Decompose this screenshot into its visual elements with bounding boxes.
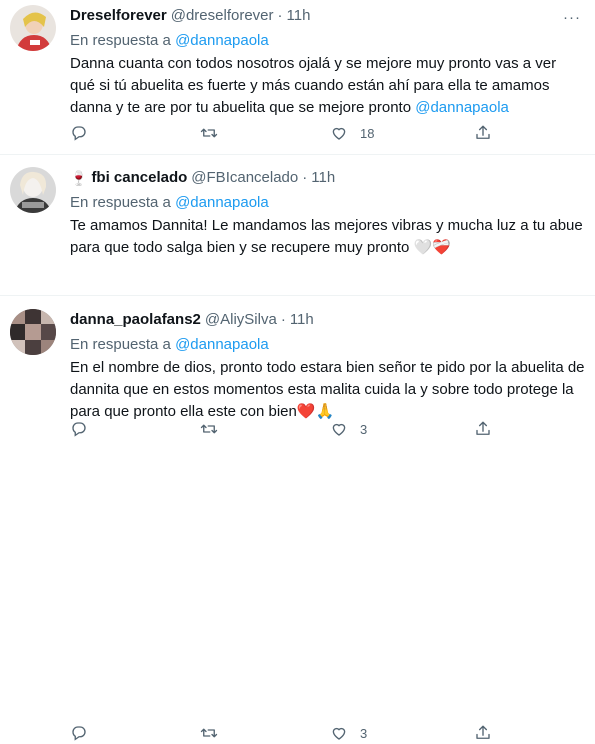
reply-mention-link[interactable]: @dannapaola xyxy=(175,336,269,353)
reply-mention-link[interactable]: @dannapaola xyxy=(175,32,269,49)
user-handle[interactable]: @AliySilva xyxy=(205,309,277,331)
tweet-mention-link[interactable]: @dannapaola xyxy=(415,99,509,116)
avatar[interactable] xyxy=(10,309,56,355)
reply-prefix: En respuesta a xyxy=(70,336,171,353)
reply-prefix: En respuesta a xyxy=(70,194,171,211)
reply-icon xyxy=(72,726,86,741)
reply-context: En respuesta a @dannapaola xyxy=(70,192,585,214)
display-name[interactable]: danna_paolafans2 xyxy=(70,309,201,331)
heart-pray-emoji-icon: ❤️🙏 xyxy=(296,403,335,420)
tweet-text: Te amamos Dannita! Le mandamos las mejor… xyxy=(70,215,585,259)
share-icon xyxy=(476,125,490,139)
user-handle[interactable]: @FBIcancelado xyxy=(191,167,298,189)
retweet-icon xyxy=(200,128,218,138)
reply-context: En respuesta a @dannapaola xyxy=(70,30,585,52)
user-handle[interactable]: @dreselforever xyxy=(171,5,274,27)
retweet-button[interactable] xyxy=(200,724,218,742)
like-icon xyxy=(332,727,346,740)
separator-dot: · xyxy=(280,311,286,328)
timestamp[interactable]: 11h xyxy=(287,5,311,27)
reply-button[interactable] xyxy=(70,724,88,742)
timestamp[interactable]: 11h xyxy=(290,309,314,331)
timestamp[interactable]: 11h xyxy=(311,167,335,189)
wine-glass-icon: 🍷 xyxy=(70,170,88,186)
reply-context: En respuesta a @dannapaola xyxy=(70,334,585,356)
like-button[interactable]: 18 xyxy=(330,124,374,142)
avatar[interactable] xyxy=(10,5,56,51)
display-name[interactable]: Dreselforever xyxy=(70,5,167,27)
share-button[interactable] xyxy=(474,124,492,142)
separator-dot: · xyxy=(277,7,283,24)
tweet[interactable]: Dreselforever @dreselforever · 11h En re… xyxy=(0,0,595,155)
tweet-text: En el nombre de dios, pronto todo estara… xyxy=(70,357,585,423)
like-count: 18 xyxy=(360,125,375,141)
like-count: 3 xyxy=(360,725,368,741)
reply-button[interactable] xyxy=(70,124,88,142)
reply-prefix: En respuesta a xyxy=(70,32,171,49)
share-button[interactable] xyxy=(474,724,492,742)
like-icon xyxy=(332,127,346,140)
tweet-actions: 3 xyxy=(70,722,510,744)
avatar[interactable] xyxy=(10,167,56,213)
like-button[interactable]: 3 xyxy=(330,724,367,742)
tweet-actions: 18 xyxy=(70,122,510,144)
retweet-icon xyxy=(200,728,218,738)
retweet-button[interactable] xyxy=(200,124,218,142)
share-icon xyxy=(476,725,490,739)
reply-icon xyxy=(72,126,86,141)
separator-dot: · xyxy=(302,169,308,186)
tweet[interactable]: 🍷 fbi cancelado @FBIcancelado · 11h En r… xyxy=(0,155,595,437)
tweet-text-content: Te amamos Dannita! Le mandamos las mejor… xyxy=(70,217,583,256)
tweet-text: Danna cuanta con todos nosotros ojalá y … xyxy=(70,53,585,119)
reply-mention-link[interactable]: @dannapaola xyxy=(175,194,269,211)
display-name[interactable]: fbi cancelado xyxy=(91,167,187,189)
heart-emoji-icon: 🤍❤️‍🩹 xyxy=(413,239,451,256)
tweet[interactable]: danna_paolafans2 @AliySilva · 11h En res… xyxy=(0,296,595,741)
more-icon[interactable]: ··· xyxy=(563,9,581,26)
